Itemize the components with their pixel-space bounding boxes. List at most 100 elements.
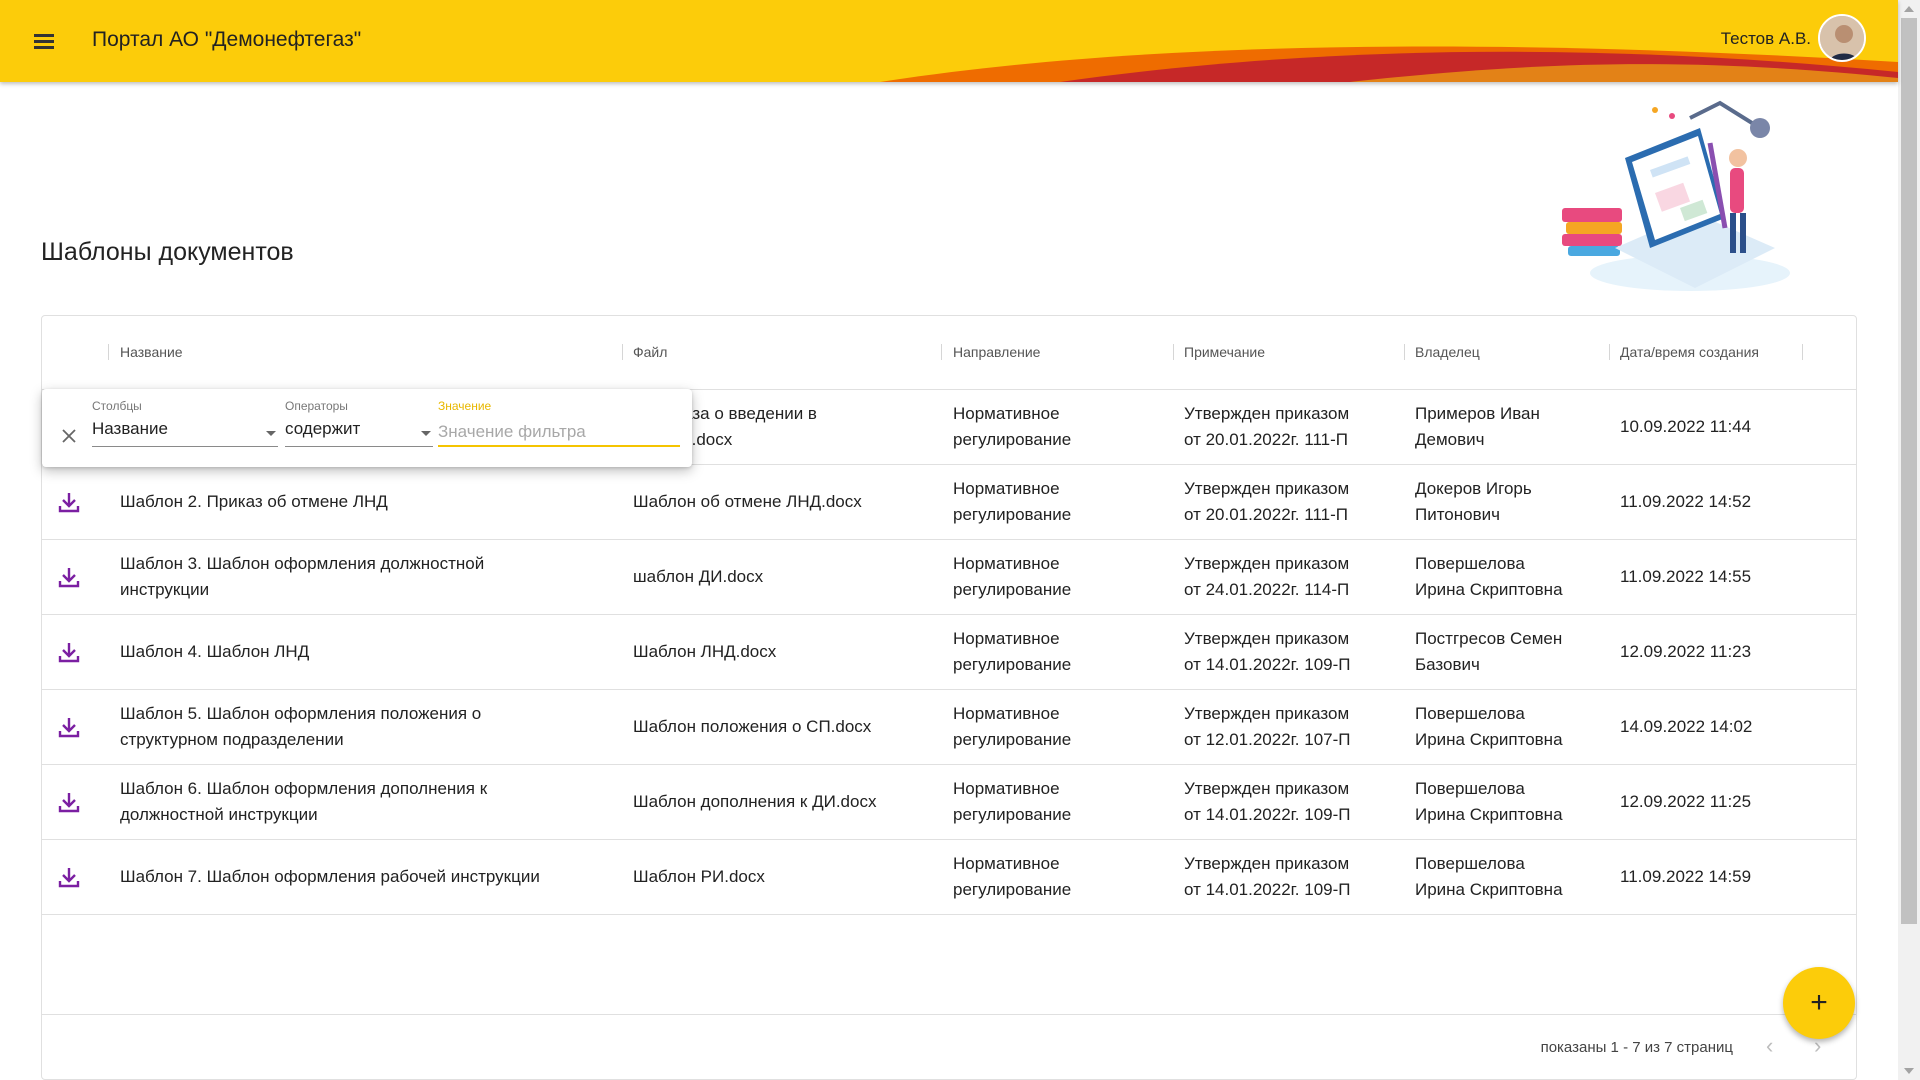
cell-direction-line: Нормативное [953, 404, 1060, 423]
column-separator[interactable] [1802, 344, 1803, 360]
cell-name-line: Шаблон 4. Шаблон ЛНД [120, 642, 310, 661]
filter-columns-label: Столбцы [92, 399, 142, 413]
add-template-button[interactable]: + [1783, 967, 1855, 1039]
table-row[interactable]: Шаблон 5. Шаблон оформления положения о с… [42, 690, 1856, 765]
cell-name-line: Шаблон 6. Шаблон оформления дополнения к [120, 779, 488, 798]
filter-operators-select[interactable]: содержит [285, 419, 433, 447]
column-separator[interactable] [622, 344, 623, 360]
cell-file-line: шаблон ДИ.docx [633, 567, 764, 586]
cell-direction-line: Нормативное [953, 554, 1060, 573]
cell-created: 11.09.2022 14:52 [1620, 465, 1800, 539]
cell-note-line: от 20.01.2022г. 111-П [1184, 505, 1348, 524]
cell-note-line: от 14.01.2022г. 109-П [1184, 880, 1351, 899]
column-header-file[interactable]: Файл [633, 344, 667, 360]
chevron-left-icon[interactable]: ‹ [1766, 1035, 1788, 1057]
cell-created: 10.09.2022 11:44 [1620, 390, 1800, 464]
cell-file: Шаблон положения о СП.docx [633, 690, 933, 764]
cell-name: Шаблон 5. Шаблон оформления положения о с… [120, 690, 620, 764]
scroll-down-icon[interactable] [1904, 1068, 1914, 1074]
cell-note-line: от 14.01.2022г. 109-П [1184, 655, 1351, 674]
cell-file: шаблон ДИ.docx [633, 540, 933, 614]
scroll-thumb[interactable] [1901, 18, 1917, 924]
cell-owner-line: Постгресов Семен [1415, 629, 1563, 648]
cell-direction-line: регулирование [953, 430, 1072, 449]
column-header-direction[interactable]: Направление [953, 344, 1040, 360]
cell-owner-line: Ирина Скриптовна [1415, 880, 1563, 899]
cell-created: 11.09.2022 14:59 [1620, 840, 1800, 914]
column-header-note[interactable]: Примечание [1184, 344, 1265, 360]
pagination-text: показаны 1 - 7 из 7 страниц [1540, 1039, 1733, 1056]
cell-owner-line: Базович [1415, 655, 1480, 674]
cell-file-line: Шаблон РИ.docx [633, 867, 765, 886]
cell-name: Шаблон 3. Шаблон оформления должностной и… [120, 540, 620, 614]
chevron-down-icon [421, 431, 431, 436]
column-separator[interactable] [1404, 344, 1405, 360]
cell-name-line: Шаблон 5. Шаблон оформления положения о [120, 704, 482, 723]
cell-note: Утвержден приказом от 14.01.2022г. 109-П [1184, 840, 1399, 914]
filter-columns-select[interactable]: Название [92, 419, 278, 447]
cell-direction-line: Нормативное [953, 479, 1060, 498]
cell-note: Утвержден приказом от 20.01.2022г. 111-П [1184, 465, 1399, 539]
cell-owner: Постгресов Семен Базович [1415, 615, 1605, 689]
cell-name-line: структурном подразделении [120, 730, 344, 749]
grid-footer: показаны 1 - 7 из 7 страниц ‹ › [42, 1014, 1856, 1079]
filter-value-input[interactable] [438, 419, 680, 447]
cell-name: Шаблон 6. Шаблон оформления дополнения к… [120, 765, 620, 839]
cell-note-line: Утвержден приказом [1184, 554, 1350, 573]
cell-direction-line: Нормативное [953, 629, 1060, 648]
cell-created-value: 12.09.2022 11:23 [1620, 642, 1752, 661]
cell-note-line: от 14.01.2022г. 109-П [1184, 805, 1351, 824]
cell-file: Шаблон РИ.docx [633, 840, 933, 914]
user-name[interactable]: Тестов А.В. [1721, 29, 1811, 49]
cell-owner-line: Повершелова [1415, 704, 1525, 723]
cell-note-line: Утвержден приказом [1184, 704, 1350, 723]
column-separator[interactable] [1609, 344, 1610, 360]
app-title: Портал АО "Демонефтегаз" [92, 28, 362, 51]
close-icon[interactable] [60, 427, 78, 445]
cell-created-value: 12.09.2022 11:25 [1620, 792, 1752, 811]
cell-owner-line: Повершелова [1415, 779, 1525, 798]
cell-created-value: 11.09.2022 14:59 [1620, 867, 1752, 886]
download-icon[interactable] [56, 639, 82, 665]
column-header-name[interactable]: Название [120, 344, 183, 360]
cell-name-line: должностной инструкции [120, 805, 318, 824]
cell-owner-line: Ирина Скриптовна [1415, 805, 1563, 824]
cell-owner-line: Повершелова [1415, 854, 1525, 873]
column-header-created[interactable]: Дата/время создания [1620, 344, 1759, 360]
cell-owner-line: Повершелова [1415, 554, 1525, 573]
cell-name-line: инструкции [120, 580, 210, 599]
cell-note: Утвержден приказом от 12.01.2022г. 107-П [1184, 690, 1399, 764]
user-avatar[interactable] [1818, 14, 1866, 62]
table-row[interactable]: Шаблон 3. Шаблон оформления должностной и… [42, 540, 1856, 615]
download-icon[interactable] [56, 864, 82, 890]
cell-direction-line: регулирование [953, 580, 1072, 599]
cell-owner-line: Докеров Игорь [1415, 479, 1532, 498]
menu-icon[interactable] [30, 26, 60, 56]
cell-owner-line: Примеров Иван [1415, 404, 1540, 423]
cell-file: Шаблон об отмене ЛНД.docx [633, 465, 933, 539]
table-row[interactable]: Шаблон 6. Шаблон оформления дополнения к… [42, 765, 1856, 840]
cell-direction-line: регулирование [953, 730, 1072, 749]
cell-direction-line: регулирование [953, 880, 1072, 899]
download-icon[interactable] [56, 489, 82, 515]
column-separator[interactable] [941, 344, 942, 360]
column-separator[interactable] [108, 344, 109, 360]
download-icon[interactable] [56, 789, 82, 815]
scroll-up-icon[interactable] [1904, 6, 1914, 12]
table-row[interactable]: Шаблон 7. Шаблон оформления рабочей инст… [42, 840, 1856, 915]
page-scrollbar[interactable] [1898, 0, 1920, 1080]
cell-created: 12.09.2022 11:25 [1620, 765, 1800, 839]
column-header-owner[interactable]: Владелец [1415, 344, 1480, 360]
download-icon[interactable] [56, 714, 82, 740]
cell-direction: Нормативное регулирование [953, 690, 1168, 764]
column-separator[interactable] [1173, 344, 1174, 360]
filter-panel: Столбцы Название Операторы содержит Знач… [42, 389, 692, 467]
table-row[interactable]: Шаблон 2. Приказ об отмене ЛНД Шаблон об … [42, 465, 1856, 540]
cell-direction: Нормативное регулирование [953, 465, 1168, 539]
cell-owner-line: Ирина Скриптовна [1415, 580, 1563, 599]
cell-created: 12.09.2022 11:23 [1620, 615, 1800, 689]
cell-note-line: Утвержден приказом [1184, 854, 1350, 873]
cell-note: Утвержден приказом от 14.01.2022г. 109-П [1184, 765, 1399, 839]
table-row[interactable]: Шаблон 4. Шаблон ЛНД Шаблон ЛНД.docx Норма… [42, 615, 1856, 690]
download-icon[interactable] [56, 564, 82, 590]
